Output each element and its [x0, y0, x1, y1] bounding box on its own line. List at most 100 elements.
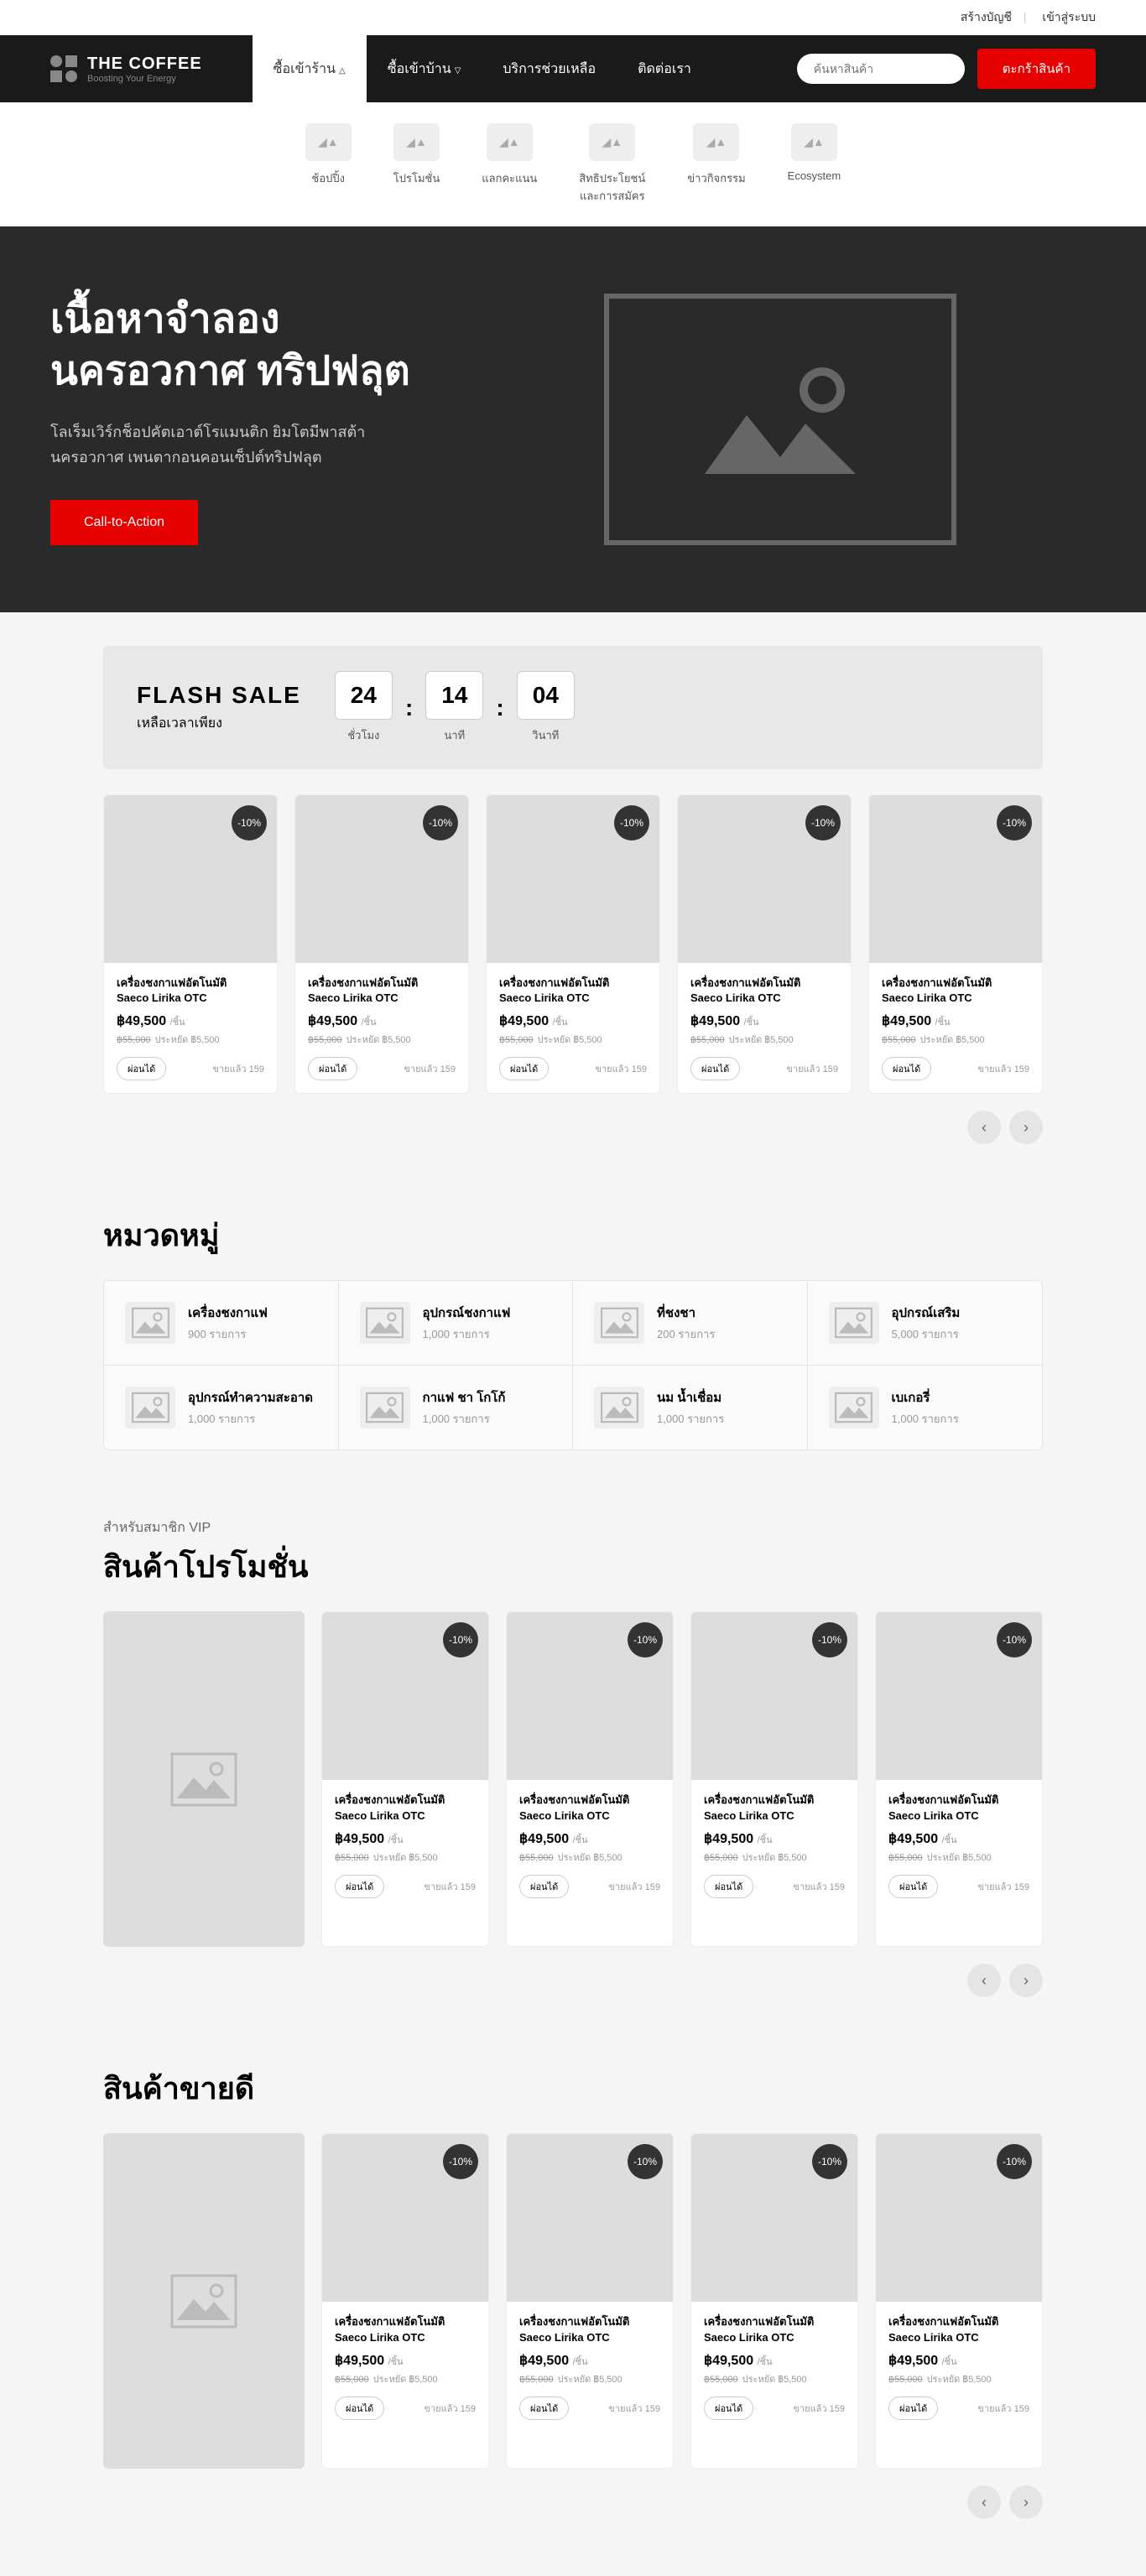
product-price: ฿49,500 [690, 1014, 740, 1028]
promo-title: สินค้าโปรโมชั่น [103, 1543, 1043, 1590]
promo-subtitle: สำหรับสมาชิก VIP [103, 1517, 1043, 1538]
product-image: -10% [876, 1612, 1042, 1780]
nav-item[interactable]: ซื้อเข้าบ้าน▽ [367, 34, 482, 105]
category-item[interactable]: กาแฟ ชา โกโก้1,000 รายการ [339, 1366, 574, 1449]
product-card[interactable]: -10%เครื่องชงกาแฟอัตโนมัติ Saeco Lirika … [486, 794, 660, 1094]
sold-count: ขายแล้ว 159 [977, 1879, 1029, 1894]
category-item[interactable]: นม น้ำเชื่อม1,000 รายการ [573, 1366, 808, 1449]
installment-badge[interactable]: ผ่อนได้ [704, 2396, 753, 2420]
category-item[interactable]: เครื่องชงกาแฟ900 รายการ [104, 1281, 339, 1366]
carousel-prev-button[interactable]: ‹ [967, 1111, 1001, 1144]
product-image: -10% [869, 795, 1042, 963]
installment-badge[interactable]: ผ่อนได้ [335, 2396, 384, 2420]
subnav-item[interactable]: ◢▲ช้อปปิ้ง [305, 123, 352, 205]
carousel-next-button[interactable]: › [1009, 2485, 1043, 2519]
product-name: เครื่องชงกาแฟอัตโนมัติ Saeco Lirika OTC [519, 2314, 660, 2344]
product-price: ฿49,500 [335, 2354, 384, 2368]
subnav-icon: ◢▲ [791, 123, 837, 161]
cart-button[interactable]: ตะกร้าสินค้า [977, 49, 1096, 89]
product-price: ฿49,500 [704, 2354, 753, 2368]
installment-badge[interactable]: ผ่อนได้ [308, 1057, 357, 1080]
installment-badge[interactable]: ผ่อนได้ [499, 1057, 549, 1080]
carousel-prev-button[interactable]: ‹ [967, 2485, 1001, 2519]
promo-banner[interactable] [103, 1611, 305, 1947]
product-card[interactable]: -10%เครื่องชงกาแฟอัตโนมัติ Saeco Lirika … [868, 794, 1043, 1094]
product-price: ฿49,500 [308, 1014, 357, 1028]
product-card[interactable]: -10%เครื่องชงกาแฟอัตโนมัติ Saeco Lirika … [875, 1611, 1043, 1947]
product-image: -10% [322, 2134, 488, 2302]
discount-badge: -10% [997, 1622, 1032, 1657]
product-name: เครื่องชงกาแฟอัตโนมัติ Saeco Lirika OTC [519, 1793, 660, 1823]
installment-badge[interactable]: ผ่อนได้ [117, 1057, 166, 1080]
subnav-icon: ◢▲ [305, 123, 352, 161]
product-card[interactable]: -10%เครื่องชงกาแฟอัตโนมัติ Saeco Lirika … [690, 2133, 858, 2469]
product-card[interactable]: -10%เครื่องชงกาแฟอัตโนมัติ Saeco Lirika … [677, 794, 852, 1094]
product-card[interactable]: -10%เครื่องชงกาแฟอัตโนมัติ Saeco Lirika … [321, 1611, 489, 1947]
subnav-item[interactable]: ◢▲สิทธิประโยชน์ และการสมัคร [579, 123, 645, 205]
product-name: เครื่องชงกาแฟอัตโนมัติ Saeco Lirika OTC [308, 976, 456, 1006]
category-icon [594, 1387, 644, 1429]
installment-badge[interactable]: ผ่อนได้ [888, 2396, 938, 2420]
carousel-next-button[interactable]: › [1009, 1111, 1043, 1144]
category-item[interactable]: ที่ชงชา200 รายการ [573, 1281, 808, 1366]
product-image: -10% [507, 1612, 673, 1780]
product-price: ฿49,500 [882, 1014, 931, 1028]
category-name: เบเกอรี่ [892, 1387, 959, 1408]
nav-item[interactable]: ติดต่อเรา [617, 34, 712, 105]
category-item[interactable]: อุปกรณ์ชงกาแฟ1,000 รายการ [339, 1281, 574, 1366]
discount-badge: -10% [997, 2144, 1032, 2179]
category-item[interactable]: อุปกรณ์ทำความสะอาด1,000 รายการ [104, 1366, 339, 1449]
installment-badge[interactable]: ผ่อนได้ [519, 2396, 569, 2420]
main-header: THE COFFEE Boosting Your Energy ซื้อเข้า… [0, 35, 1146, 102]
carousel-next-button[interactable]: › [1009, 1964, 1043, 1997]
product-image: -10% [691, 2134, 857, 2302]
logo[interactable]: THE COFFEE Boosting Your Energy [50, 55, 202, 84]
subnav-icon: ◢▲ [393, 123, 440, 161]
product-card[interactable]: -10% เครื่องชงกาแฟอัตโนมัติ Saeco Lirika … [506, 1611, 674, 1947]
installment-badge[interactable]: ผ่อนได้ [704, 1875, 753, 1898]
product-price: ฿49,500 [117, 1014, 166, 1028]
search-input[interactable] [797, 54, 965, 84]
sold-count: ขายแล้ว 159 [977, 2401, 1029, 2416]
subnav-item[interactable]: ◢▲ข่าวกิจกรรม [687, 123, 745, 205]
category-count: 200 รายการ [657, 1325, 715, 1343]
product-card[interactable]: -10%เครื่องชงกาแฟอัตโนมัติ Saeco Lirika … [321, 2133, 489, 2469]
nav-item[interactable]: ซื้อเข้าร้าน△ [253, 34, 367, 105]
nav-item[interactable]: บริการช่วยเหลือ [482, 34, 617, 105]
installment-badge[interactable]: ผ่อนได้ [335, 1875, 384, 1898]
countdown-timer: 24ชั่วโมง : 14นาที : 04วินาที [335, 671, 575, 744]
product-savings: ประหยัด ฿5,500 [927, 1853, 992, 1863]
subnav-icon: ◢▲ [487, 123, 533, 161]
create-account-link[interactable]: สร้างบัญชี [961, 10, 1012, 23]
discount-badge: -10% [812, 1622, 847, 1657]
subnav-item[interactable]: ◢▲Ecosystem [788, 123, 841, 205]
login-link[interactable]: เข้าสู่ระบบ [1042, 10, 1096, 23]
product-card[interactable]: -10%เครื่องชงกาแฟอัตโนมัติ Saeco Lirika … [506, 2133, 674, 2469]
installment-badge[interactable]: ผ่อนได้ [690, 1057, 740, 1080]
category-name: นม น้ำเชื่อม [657, 1387, 724, 1408]
carousel-prev-button[interactable]: ‹ [967, 1964, 1001, 1997]
installment-badge[interactable]: ผ่อนได้ [519, 1875, 569, 1898]
category-item[interactable]: อุปกรณ์เสริม5,000 รายการ [808, 1281, 1043, 1366]
installment-badge[interactable]: ผ่อนได้ [888, 1875, 938, 1898]
hero-title: เนื้อหาจำลอง นครอวกาศ ทริปฟลุต [50, 294, 554, 398]
hero-cta-button[interactable]: Call-to-Action [50, 500, 198, 545]
product-card[interactable]: -10%เครื่องชงกาแฟอัตโนมัติ Saeco Lirika … [690, 1611, 858, 1947]
product-name: เครื่องชงกาแฟอัตโนมัติ Saeco Lirika OTC [690, 976, 838, 1006]
subnav-icon: ◢▲ [589, 123, 635, 161]
installment-badge[interactable]: ผ่อนได้ [882, 1057, 931, 1080]
main-nav: ซื้อเข้าร้าน△ซื้อเข้าบ้าน▽บริการช่วยเหลื… [253, 34, 712, 105]
product-old-price: ฿55,000 [888, 1853, 923, 1863]
product-name: เครื่องชงกาแฟอัตโนมัติ Saeco Lirika OTC [335, 1793, 476, 1823]
countdown-hours: 24 [335, 671, 393, 720]
divider: | [1024, 10, 1027, 23]
product-card[interactable]: -10%เครื่องชงกาแฟอัตโนมัติ Saeco Lirika … [103, 794, 278, 1094]
product-card[interactable]: -10%เครื่องชงกาแฟอัตโนมัติ Saeco Lirika … [875, 2133, 1043, 2469]
subnav-item[interactable]: ◢▲โปรโมชั่น [393, 123, 440, 205]
subnav-item[interactable]: ◢▲แลกคะแนน [482, 123, 537, 205]
product-old-price: ฿55,000 [117, 1035, 151, 1045]
product-price: ฿49,500 [335, 1832, 384, 1846]
product-card[interactable]: -10%เครื่องชงกาแฟอัตโนมัติ Saeco Lirika … [294, 794, 469, 1094]
promo-banner[interactable] [103, 2133, 305, 2469]
category-item[interactable]: เบเกอรี่1,000 รายการ [808, 1366, 1043, 1449]
